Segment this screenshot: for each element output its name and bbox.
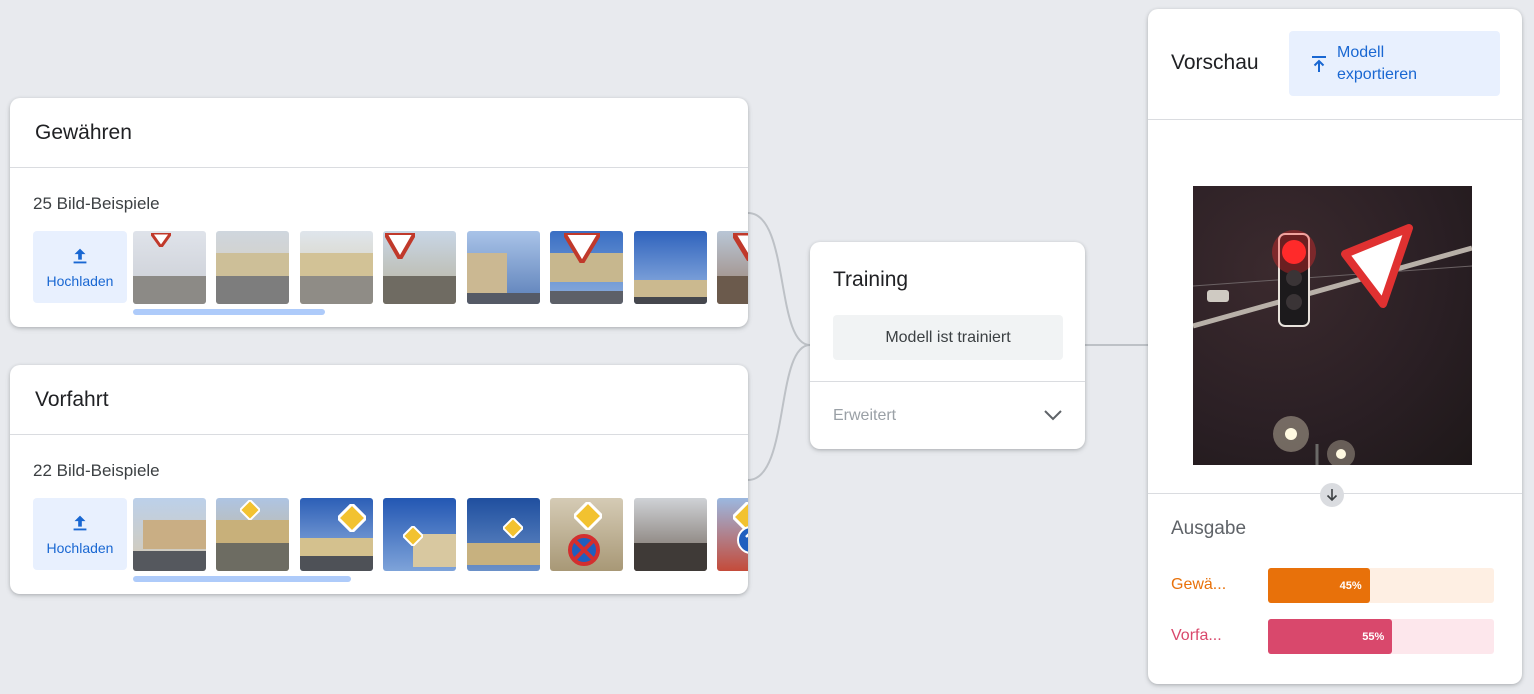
sample-image[interactable]	[133, 498, 206, 571]
training-card: Training Modell ist trainiert Erweitert	[810, 242, 1085, 449]
thumbnail-scrollbar[interactable]	[133, 576, 351, 582]
export-label-line1: Modell	[1337, 43, 1385, 61]
result-bar-fill: 45%	[1268, 568, 1370, 603]
class-card-vorfahrt: Vorfahrt 22 Bild-Beispiele Hochladen	[10, 365, 748, 594]
upload-label: Hochladen	[46, 273, 114, 289]
export-model-button[interactable]: Modell exportieren	[1289, 31, 1500, 96]
output-title: Ausgabe	[1171, 518, 1247, 539]
export-label-line2: exportieren	[1337, 65, 1418, 83]
sample-image[interactable]	[383, 231, 457, 304]
class-card-gewaehren: Gewähren 25 Bild-Beispiele Hochladen	[10, 98, 748, 327]
sample-image[interactable]	[133, 231, 206, 304]
sample-image[interactable]	[550, 498, 624, 571]
sample-image[interactable]	[216, 231, 290, 304]
sample-image[interactable]	[633, 498, 707, 571]
result-row-vorfahrt: Vorfa... 55%	[1171, 619, 1501, 654]
result-bar-fill: 55%	[1268, 619, 1393, 654]
result-label: Gewä...	[1171, 576, 1227, 593]
result-bar-track: 45%	[1268, 568, 1494, 603]
sample-thumbnails	[133, 498, 748, 571]
preview-title: Vorschau	[1171, 51, 1259, 74]
sample-image[interactable]	[299, 498, 373, 571]
result-label: Vorfa...	[1171, 627, 1222, 644]
sample-image[interactable]	[633, 231, 707, 304]
sample-image[interactable]	[216, 498, 290, 571]
divider	[1148, 119, 1522, 120]
upload-button[interactable]: Hochladen	[33, 231, 127, 303]
export-upload-icon	[1312, 56, 1326, 72]
sample-thumbnails	[133, 231, 748, 304]
sample-image[interactable]	[299, 231, 373, 304]
sample-image[interactable]	[383, 498, 457, 571]
preview-image	[1193, 186, 1472, 465]
upload-label: Hochladen	[46, 540, 114, 556]
arrow-down-icon	[1320, 483, 1344, 507]
sample-image[interactable]	[466, 498, 540, 571]
model-trained-button[interactable]: Modell ist trainiert	[833, 315, 1063, 360]
thumbnail-scrollbar[interactable]	[133, 309, 325, 315]
upload-icon	[73, 248, 87, 264]
upload-button[interactable]: Hochladen	[33, 498, 127, 570]
sample-image[interactable]	[717, 231, 748, 304]
sample-count: 25 Bild-Beispiele	[33, 194, 160, 213]
upload-icon	[73, 515, 87, 531]
result-row-gewaehren: Gewä... 45%	[1171, 568, 1501, 603]
chevron-down-icon[interactable]	[1043, 408, 1063, 422]
sample-image[interactable]	[466, 231, 540, 304]
preview-card: Vorschau Modell exportieren Ausgabe Gewä…	[1148, 9, 1522, 684]
sample-image[interactable]	[550, 231, 624, 304]
result-bar-track: 55%	[1268, 619, 1494, 654]
class-name[interactable]: Vorfahrt	[10, 365, 748, 435]
sample-count: 22 Bild-Beispiele	[33, 461, 160, 480]
divider	[810, 381, 1085, 382]
advanced-toggle[interactable]: Erweitert	[833, 407, 896, 425]
class-name[interactable]: Gewähren	[10, 98, 748, 168]
training-title: Training	[833, 268, 909, 291]
sample-image[interactable]	[717, 498, 748, 571]
